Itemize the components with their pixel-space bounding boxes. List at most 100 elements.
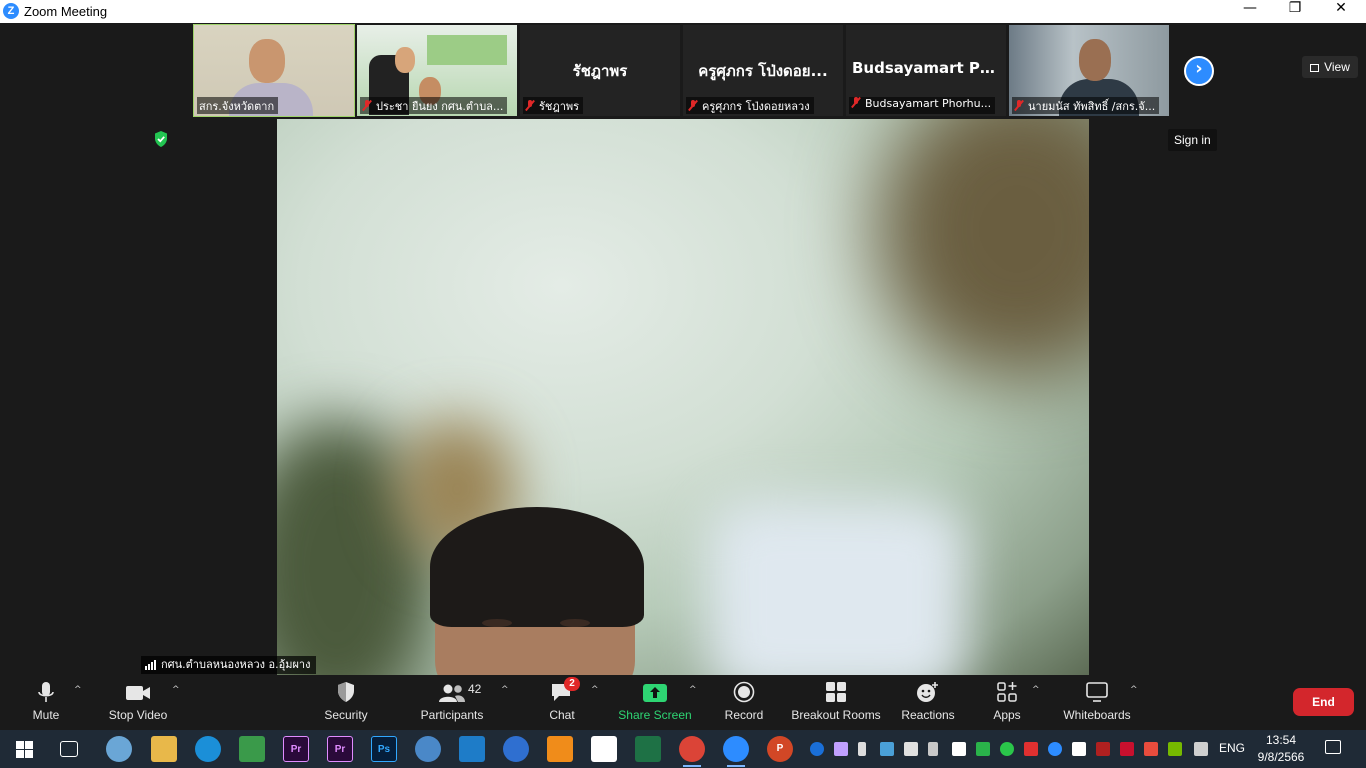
keyboard-icon[interactable]	[1194, 742, 1208, 756]
share-options-caret[interactable]: ^	[689, 685, 697, 695]
excel-icon[interactable]	[635, 736, 661, 762]
whiteboard-icon	[1086, 682, 1108, 702]
next-page-button[interactable]: ›	[1184, 56, 1214, 86]
participant-display-name: รัชฎาพร	[572, 62, 628, 80]
participant-tile[interactable]: Budsayamart Ph... Budsayamart Phorhu...	[846, 25, 1006, 116]
zoom-logo-icon: Z	[3, 3, 19, 19]
participant-name: ครูศุภกร โป่งดอยหลวง	[686, 97, 814, 114]
xampp-icon[interactable]	[547, 736, 573, 762]
notifications-icon[interactable]	[1325, 740, 1341, 754]
window-title: Zoom Meeting	[24, 4, 108, 19]
device-icon[interactable]	[904, 742, 918, 756]
security-tray-icon[interactable]	[976, 742, 990, 756]
signal-strength-icon	[145, 658, 157, 676]
chevron-right-icon: ›	[1195, 58, 1203, 79]
pen-icon[interactable]	[834, 742, 848, 756]
premiere-pro-icon[interactable]: Pr	[283, 736, 309, 762]
security-label: Security	[324, 708, 368, 722]
end-meeting-button[interactable]: End	[1293, 688, 1354, 716]
globe-app-icon[interactable]	[415, 736, 441, 762]
participants-icon	[439, 684, 465, 702]
share-screen-icon	[643, 684, 667, 702]
battery-icon[interactable]	[928, 742, 938, 756]
anydesk-icon[interactable]	[1024, 742, 1038, 756]
participants-count: 42	[468, 682, 482, 696]
view-button[interactable]: View	[1302, 56, 1358, 78]
sign-in-button[interactable]: Sign in	[1168, 129, 1217, 151]
chrome-icon[interactable]	[679, 736, 705, 767]
v-app-icon[interactable]	[1096, 742, 1110, 756]
restore-button[interactable]: ❐	[1272, 0, 1318, 23]
stop-video-label: Stop Video	[108, 708, 168, 722]
pdf-icon[interactable]	[1144, 742, 1158, 756]
whiteboards-options-caret[interactable]: ^	[1130, 685, 1138, 695]
chat-options-caret[interactable]: ^	[591, 685, 599, 695]
apps-options-caret[interactable]: ^	[1032, 685, 1040, 695]
apps-button[interactable]: Apps	[984, 675, 1030, 730]
participant-tile[interactable]: สกร.จังหวัดตาก	[193, 24, 355, 117]
line-app-icon[interactable]	[1000, 742, 1014, 756]
task-view-icon[interactable]	[60, 741, 78, 757]
bluetooth-icon[interactable]	[810, 742, 824, 756]
active-speaker-video[interactable]	[277, 119, 1089, 675]
reactions-button[interactable]: Reactions	[898, 675, 958, 730]
microphone-tray-icon[interactable]	[858, 742, 866, 756]
mic-muted-icon	[688, 100, 698, 111]
snipping-tool-icon[interactable]	[239, 736, 265, 762]
zoom-tray-icon[interactable]	[1048, 742, 1062, 756]
participant-tile[interactable]: รัชฎาพร รัชฎาพร	[520, 25, 680, 116]
record-label: Record	[724, 708, 764, 722]
sync-app-icon[interactable]	[503, 736, 529, 762]
clock-date: 9/8/2566	[1257, 750, 1305, 764]
meeting-toolbar: Mute ^ Stop Video ^ Security Participant…	[0, 675, 1366, 730]
audio-options-caret[interactable]: ^	[74, 685, 82, 695]
participant-name: ประชา ยืนยง กศน.ตำบล...	[360, 97, 508, 114]
participant-display-name: Budsayamart Ph...	[852, 59, 1006, 77]
vnc-viewer-icon[interactable]	[591, 736, 617, 762]
security-button[interactable]: Security	[316, 675, 376, 730]
paint-app-icon[interactable]	[106, 736, 132, 762]
adobe-icon[interactable]	[1120, 742, 1134, 756]
windows-taskbar: Pr Pr Ps P ENG 13:54 9/8/2566	[0, 730, 1366, 768]
share-screen-label: Share Screen	[618, 708, 692, 722]
breakout-rooms-icon	[826, 682, 846, 702]
nvidia-icon[interactable]	[1168, 742, 1182, 756]
windows-start-icon[interactable]	[16, 741, 33, 758]
network-app-icon[interactable]	[880, 742, 894, 756]
reactions-label: Reactions	[901, 708, 955, 722]
volume-icon[interactable]	[952, 742, 966, 756]
language-indicator[interactable]: ENG	[1219, 741, 1245, 755]
participant-name: นายมนัส ทัพสิทธิ์ /สกร.จั...	[1012, 97, 1160, 114]
mic-muted-icon	[362, 100, 372, 111]
powerpoint-icon[interactable]: P	[767, 736, 793, 762]
edge-browser-icon[interactable]	[195, 736, 221, 762]
encryption-shield-icon[interactable]	[153, 130, 169, 148]
record-button[interactable]: Record	[716, 675, 772, 730]
participant-tile[interactable]: ครูศุภกร โป่งดอย... ครูศุภกร โป่งดอยหลวง	[683, 25, 843, 116]
participants-options-caret[interactable]: ^	[501, 685, 509, 695]
share-screen-button[interactable]: Share Screen	[618, 675, 692, 730]
close-button[interactable]: ✕	[1318, 0, 1364, 23]
chat-unread-badge: 2	[564, 677, 580, 691]
taskbar-clock[interactable]: 13:54 9/8/2566	[1254, 732, 1308, 766]
mic-muted-icon	[851, 97, 861, 108]
premiere-pro-icon[interactable]: Pr	[327, 736, 353, 762]
file-explorer-icon[interactable]	[151, 736, 177, 762]
security-shield-icon	[338, 682, 354, 702]
whiteboards-button[interactable]: Whiteboards	[1060, 675, 1134, 730]
participant-tile[interactable]: ประชา ยืนยง กศน.ตำบล...	[357, 25, 517, 116]
zoom-taskbar-icon[interactable]	[723, 736, 749, 767]
minimize-button[interactable]: —	[1227, 0, 1273, 23]
video-options-caret[interactable]: ^	[172, 685, 180, 695]
breakout-rooms-button[interactable]: Breakout Rooms	[788, 675, 884, 730]
mute-button[interactable]: Mute	[16, 675, 76, 730]
wifi-icon[interactable]	[1072, 742, 1086, 756]
title-bar: Z Zoom Meeting — ❐ ✕	[0, 0, 1366, 23]
mic-muted-icon	[1014, 100, 1024, 111]
participant-tile[interactable]: นายมนัส ทัพสิทธิ์ /สกร.จั...	[1009, 25, 1169, 116]
vscode-icon[interactable]	[459, 736, 485, 762]
clock-time: 13:54	[1265, 733, 1297, 747]
mic-muted-icon	[525, 100, 535, 111]
stop-video-button[interactable]: Stop Video	[104, 675, 172, 730]
photoshop-icon[interactable]: Ps	[371, 736, 397, 762]
